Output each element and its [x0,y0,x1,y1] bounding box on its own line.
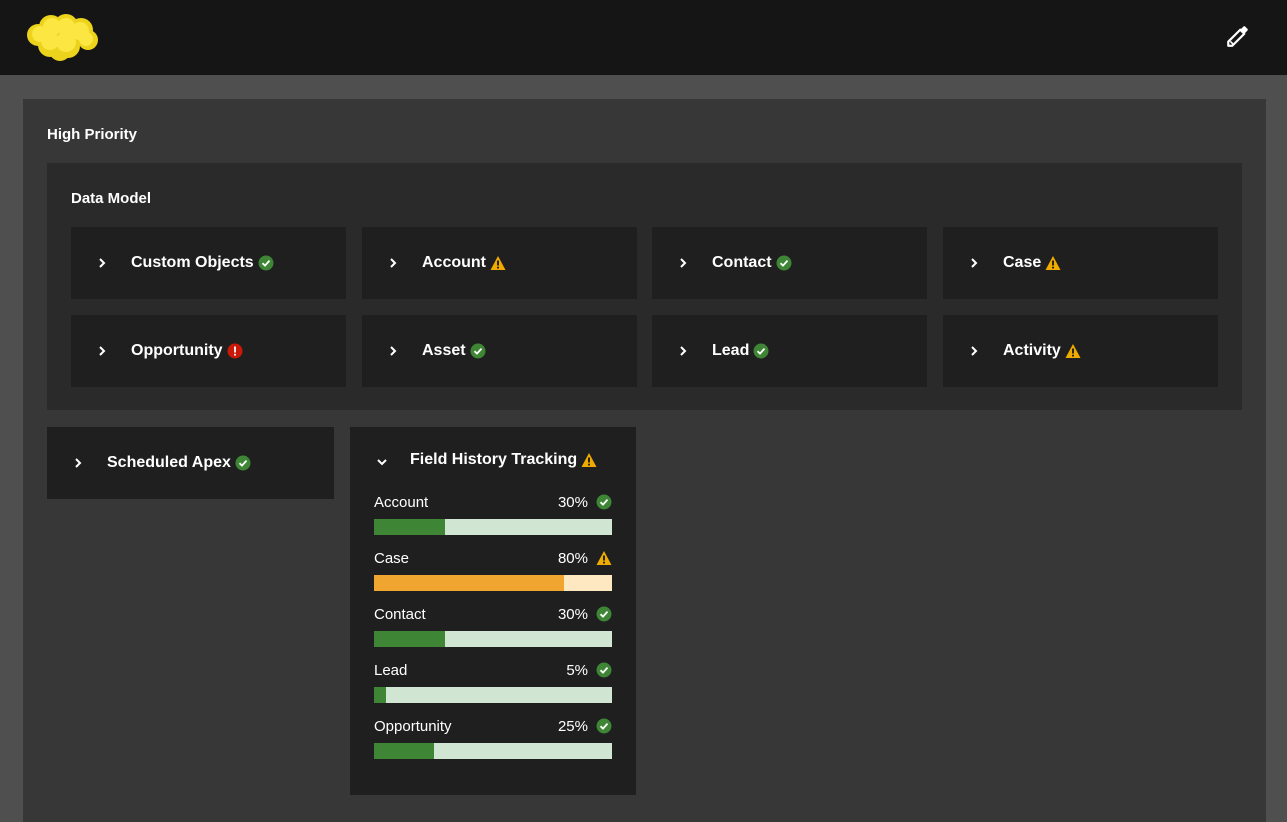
check-circle-icon [776,255,792,271]
field-history-row: Opportunity 25% [374,715,612,771]
card-label: Lead [712,342,750,359]
progress-bar [374,519,612,535]
progress-bar-fill [374,519,446,535]
field-history-title: Field History Tracking [410,451,578,468]
field-history-object: Contact [374,605,426,623]
check-circle-icon [753,343,769,359]
field-history-percent: 25% [557,717,588,735]
field-history-percent: 80% [557,549,588,567]
card-label: Case [1003,254,1042,271]
card-label: Activity [1003,342,1061,359]
progress-bar [374,631,612,647]
data-model-title: Data Model [71,190,152,207]
card-label: Account [422,254,486,271]
progress-bar [374,575,612,591]
field-history-tracking-toggle[interactable]: Field History Tracking [350,427,636,497]
card-label: Opportunity [131,342,223,359]
progress-bar-fill [374,743,434,759]
chevron-right-icon [680,258,687,268]
chevron-right-icon [390,346,397,356]
scheduled-apex-card[interactable]: Scheduled Apex [47,427,334,499]
chevron-right-icon [99,258,106,268]
data-model-card-case[interactable]: Case [943,227,1218,299]
data-model-card-activity[interactable]: Activity [943,315,1218,387]
edit-button[interactable] [1222,20,1254,52]
chevron-right-icon [390,258,397,268]
field-history-percent: 30% [557,493,588,511]
chevron-right-icon [971,346,978,356]
chevron-down-icon [377,459,387,466]
warning-triangle-icon [596,551,612,565]
progress-bar [374,743,612,759]
check-circle-icon [258,255,274,271]
field-history-object: Lead [374,661,408,679]
field-history-row: Account 30% [374,491,612,547]
card-label: Contact [712,254,772,271]
warning-triangle-icon [490,256,506,270]
field-history-percent: 30% [557,605,588,623]
warning-triangle-icon [581,453,597,467]
field-history-tracking-panel: Field History Tracking Account 30% Case 80%… [350,427,636,795]
data-model-card-contact[interactable]: Contact [652,227,927,299]
check-circle-icon [596,606,612,622]
data-model-card-custom-objects[interactable]: Custom Objects [71,227,346,299]
progress-bar [374,687,612,703]
card-label: Scheduled Apex [107,454,231,471]
chevron-right-icon [99,346,106,356]
field-history-object: Account [374,493,429,511]
cloud-logo-icon[interactable] [24,12,100,62]
card-label: Asset [422,342,466,359]
warning-triangle-icon [1065,344,1081,358]
high-priority-section: High Priority Data Model Custom Objects A… [23,99,1266,822]
check-circle-icon [596,662,612,678]
field-history-row: Contact 30% [374,603,612,659]
field-history-row: Lead 5% [374,659,612,715]
chevron-right-icon [680,346,687,356]
field-history-object: Case [374,549,410,567]
data-model-card-lead[interactable]: Lead [652,315,927,387]
data-model-card-account[interactable]: Account [362,227,637,299]
check-circle-icon [596,718,612,734]
error-circle-icon [227,343,243,359]
data-model-panel: Data Model Custom Objects Account Contact C… [47,163,1242,410]
check-circle-icon [596,494,612,510]
progress-bar-fill [374,575,565,591]
data-model-card-opportunity[interactable]: Opportunity [71,315,346,387]
progress-bar-fill [374,687,386,703]
data-model-card-asset[interactable]: Asset [362,315,637,387]
chevron-right-icon [971,258,978,268]
field-history-object: Opportunity [374,717,452,735]
progress-bar-fill [374,631,446,647]
card-label: Custom Objects [131,254,254,271]
warning-triangle-icon [1045,256,1061,270]
field-history-percent: 5% [566,661,588,679]
field-history-row: Case 80% [374,547,612,603]
check-circle-icon [235,455,251,471]
section-title: High Priority [47,126,138,143]
check-circle-icon [470,343,486,359]
pencil-icon [1227,26,1248,47]
chevron-right-icon [75,458,82,468]
top-bar [0,0,1287,75]
